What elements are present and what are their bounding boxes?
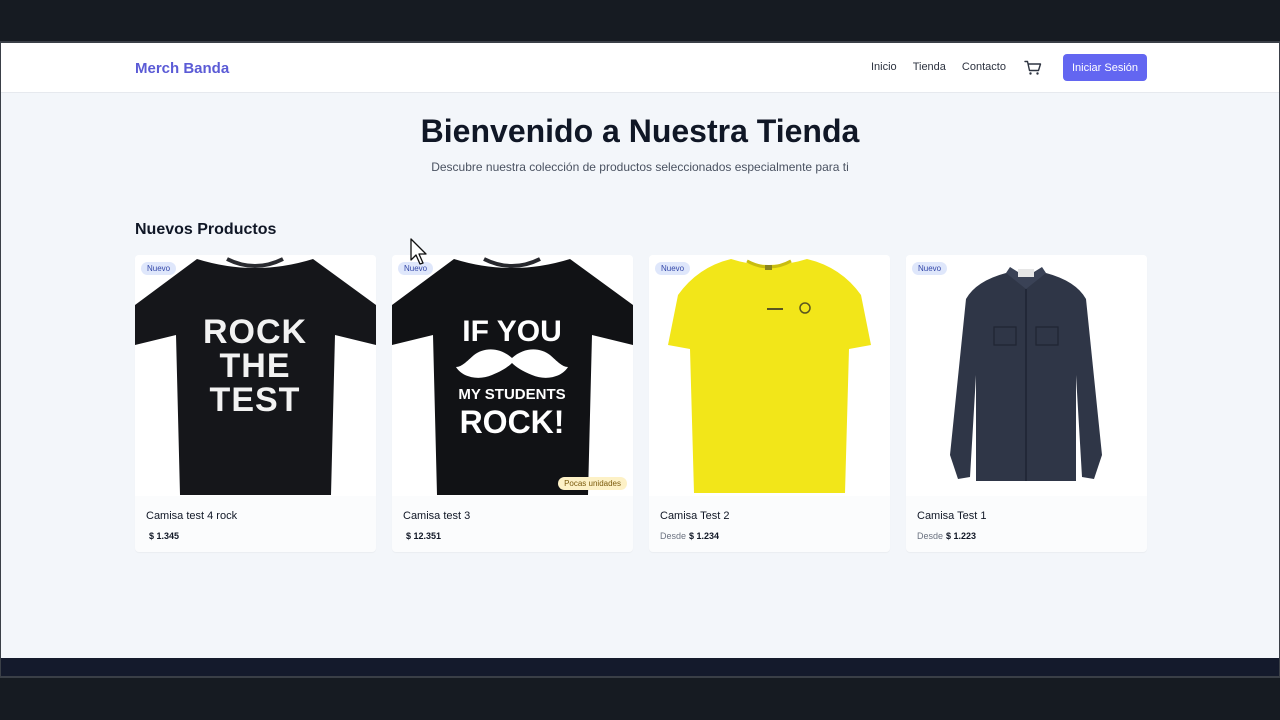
footer-band — [1, 658, 1279, 676]
price-value: $ 12.351 — [406, 531, 442, 541]
new-badge: Nuevo — [655, 262, 691, 275]
product-image[interactable]: Nuevo — [649, 255, 890, 496]
price-prefix: Desde — [917, 531, 944, 541]
section-title: Nuevos Productos — [135, 221, 277, 238]
product-name[interactable]: Camisa test 3 — [403, 510, 470, 522]
hero-subtitle: Descubre nuestra colección de productos … — [431, 160, 849, 174]
low-stock-badge: Pocas unidades — [558, 477, 627, 490]
product-card[interactable]: Nuevo ROCK THE TEST Camisa test 4 rock $… — [135, 255, 376, 552]
price-value: $ 1.223 — [946, 531, 977, 541]
shirt-print-line-1: ROCK — [203, 313, 307, 351]
product-image[interactable]: Nuevo — [906, 255, 1147, 496]
product-card[interactable]: Nuevo Pocas unidades IF YOU MY STUDENTS … — [392, 255, 633, 552]
browser-viewport: Merch Banda Inicio Tienda Contacto Inici… — [0, 41, 1280, 678]
price-prefix: Desde — [660, 531, 687, 541]
product-grid: Nuevo ROCK THE TEST Camisa test 4 rock $… — [135, 255, 1147, 552]
product-name[interactable]: Camisa Test 1 — [917, 510, 987, 522]
shirt-print-line-2: THE — [220, 347, 291, 385]
new-badge: Nuevo — [912, 262, 948, 275]
tshirt-black-rock-image: ROCK THE TEST — [135, 257, 376, 495]
shirt-print-line-3: TEST — [210, 381, 301, 419]
shirt-print-line-1: IF YOU — [462, 315, 561, 348]
nav-links: Inicio Tienda Contacto — [871, 61, 1022, 73]
product-price: $ 12.351 — [403, 531, 441, 541]
login-button[interactable]: Iniciar Sesión — [1063, 54, 1147, 81]
product-card[interactable]: Nuevo Camisa Test 2 Desde $ 1.234 — [649, 255, 890, 552]
navbar: Merch Banda Inicio Tienda Contacto Inici… — [1, 43, 1279, 93]
product-name[interactable]: Camisa Test 2 — [660, 510, 730, 522]
product-price: Desde $ 1.234 — [660, 531, 719, 541]
nav-link-contacto[interactable]: Contacto — [962, 61, 1006, 73]
price-value: $ 1.234 — [689, 531, 720, 541]
product-card[interactable]: Nuevo Camisa Test 1 Desde $ 1.223 — [906, 255, 1147, 552]
hero-title: Bienvenido a Nuestra Tienda — [420, 113, 860, 149]
product-image[interactable]: Nuevo Pocas unidades IF YOU MY STUDENTS … — [392, 255, 633, 496]
price-value: $ 1.345 — [149, 531, 180, 541]
mouse-cursor-icon — [410, 238, 427, 265]
product-image[interactable]: Nuevo ROCK THE TEST — [135, 255, 376, 496]
nav-link-tienda[interactable]: Tienda — [913, 61, 946, 73]
shirt-print-line-2: MY STUDENTS — [458, 386, 565, 403]
shirt-print-line-3: ROCK! — [460, 404, 565, 440]
shirt-navy-image — [950, 267, 1102, 481]
nav-link-inicio[interactable]: Inicio — [871, 61, 897, 73]
brand-logo[interactable]: Merch Banda — [135, 60, 229, 77]
new-badge: Nuevo — [141, 262, 177, 275]
tshirt-yellow-image — [668, 259, 871, 493]
product-name[interactable]: Camisa test 4 rock — [146, 510, 237, 522]
product-price: Desde $ 1.223 — [917, 531, 976, 541]
tshirt-black-mustache-image: IF YOU MY STUDENTS ROCK! — [392, 257, 633, 495]
product-price: $ 1.345 — [146, 531, 179, 541]
cart-icon[interactable] — [1024, 60, 1042, 76]
